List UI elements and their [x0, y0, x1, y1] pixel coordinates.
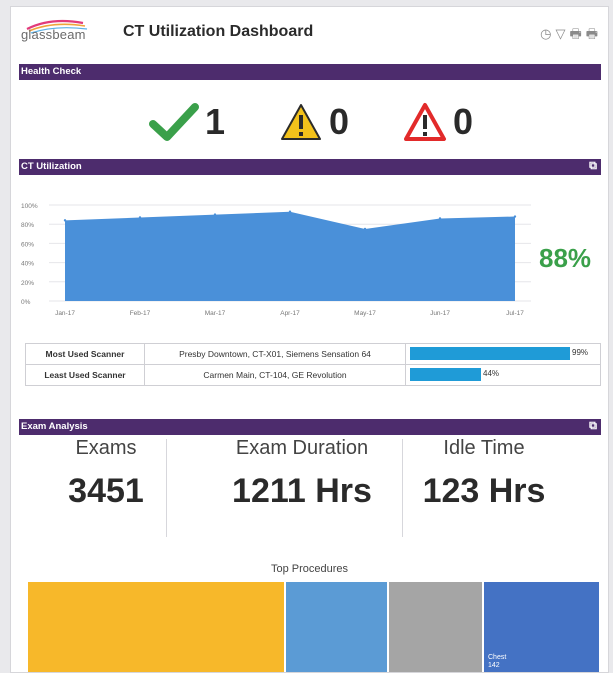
y-tick-label: 100% [21, 203, 38, 210]
ct-utilization-title: CT Utilization [21, 161, 82, 172]
x-tick-label: Jan-17 [55, 310, 75, 317]
top-procedures-treemap: Chest 142 [28, 582, 601, 672]
least-used-bar [410, 368, 481, 381]
kpi-idle-time: Idle Time 123 Hrs [389, 425, 579, 511]
export-icon[interactable]: ⧉ [589, 160, 597, 173]
utilization-area-chart: 0% 20% 40% 60% 80% 100% Jan-17 Feb-17 Mar-17 Apr-… [21, 203, 531, 317]
kpi-exams: Exams 3451 [11, 425, 201, 511]
healthy-count: 1 [205, 101, 226, 142]
critical-count-item[interactable]: 0 [403, 97, 473, 147]
top-procedures-title: Top Procedures [270, 563, 349, 575]
x-tick-label: Apr-17 [280, 310, 300, 317]
kpi-label: Exam Duration [235, 437, 369, 459]
kpi-value: 1211 Hrs [232, 472, 372, 510]
health-check-panel: 1 0 0 [11, 91, 608, 155]
clock-icon[interactable]: ◷ [540, 27, 551, 40]
data-point[interactable] [288, 210, 292, 213]
health-check-title: Health Check [21, 66, 82, 77]
top-bar: glassbeam CT Utilization Dashboard ◷ ▽ 🖶… [11, 7, 608, 59]
treemap-tile[interactable] [28, 582, 284, 672]
table-row: Least Used Scanner Carmen Main, CT-104, … [25, 364, 601, 386]
kpi-label: Exams [75, 437, 137, 459]
least-used-scanner-name: Carmen Main, CT-104, GE Revolution [144, 364, 406, 386]
filter-icon[interactable]: ▽ [555, 27, 565, 40]
most-used-label: Most Used Scanner [25, 343, 145, 365]
least-used-label: Least Used Scanner [25, 364, 145, 386]
x-tick-label: Mar-17 [205, 310, 226, 317]
most-used-scanner-name: Presby Downtown, CT-X01, Siemens Sensati… [144, 343, 406, 365]
print-icon[interactable]: 🖶 [569, 27, 581, 40]
y-tick-label: 20% [21, 280, 34, 287]
page-title: CT Utilization Dashboard [123, 23, 314, 40]
red-warning-icon [404, 103, 446, 141]
kpi-label: Idle Time [443, 437, 525, 459]
treemap-tile-label: Chest 142 [488, 654, 507, 669]
healthy-count-item[interactable]: 1 [149, 97, 225, 147]
data-point[interactable] [438, 217, 442, 220]
current-utilization-pct: 88% [539, 243, 592, 273]
x-tick-label: Jun-17 [430, 310, 450, 317]
dashboard-window: glassbeam CT Utilization Dashboard ◷ ▽ 🖶… [10, 6, 609, 673]
data-point[interactable] [513, 215, 517, 218]
x-tick-label: Jul-17 [506, 310, 524, 317]
y-tick-label: 80% [21, 222, 34, 229]
critical-count: 0 [453, 101, 474, 142]
scanner-table: Most Used Scanner Presby Downtown, CT-X0… [25, 343, 601, 386]
treemap-tile[interactable]: Chest 142 [484, 582, 599, 672]
treemap-tile-value: 142 [488, 662, 500, 669]
treemap-tile[interactable] [389, 582, 482, 672]
data-point[interactable] [213, 213, 217, 216]
ct-utilization-header: CT Utilization ⧉ [19, 159, 601, 175]
y-tick-label: 0% [21, 299, 31, 306]
health-check-header: Health Check [19, 64, 601, 80]
kpi-value: 3451 [68, 472, 144, 510]
most-used-pct: 99% [572, 348, 589, 357]
warning-count-item[interactable]: 0 [279, 97, 349, 147]
kpi-value: 123 Hrs [422, 472, 546, 510]
x-tick-label: May-17 [354, 310, 376, 317]
most-used-bar [410, 347, 570, 360]
warning-count: 0 [329, 101, 350, 142]
least-used-bar-cell: 44% [405, 364, 601, 386]
y-tick-label: 40% [21, 261, 34, 268]
kpi-exam-duration: Exam Duration 1211 Hrs [207, 425, 397, 511]
utilization-chart: 0% 20% 40% 60% 80% 100% Jan-17 Feb-17 Mar-17 Apr-… [19, 189, 539, 327]
kpi-panel: Exams 3451 Exam Duration 1211 Hrs Idle T… [11, 425, 608, 545]
print-preview-icon[interactable]: 🖶 [586, 27, 598, 40]
x-tick-label: Feb-17 [130, 310, 151, 317]
table-row: Most Used Scanner Presby Downtown, CT-X0… [25, 343, 601, 365]
least-used-pct: 44% [483, 369, 500, 378]
kpi-divider [166, 439, 167, 537]
data-point[interactable] [63, 219, 67, 222]
most-used-bar-cell: 99% [405, 343, 601, 365]
data-point[interactable] [138, 216, 142, 219]
toolbar-icons: ◷ ▽ 🖶 🖶 [540, 27, 598, 40]
green-check-icon [149, 103, 199, 141]
data-point[interactable] [363, 227, 367, 231]
yellow-warning-icon [281, 104, 321, 140]
logo-text: glassbeam [21, 27, 86, 42]
y-tick-label: 60% [21, 241, 34, 248]
utilization-area-series[interactable] [65, 211, 515, 301]
treemap-tile[interactable] [286, 582, 387, 672]
